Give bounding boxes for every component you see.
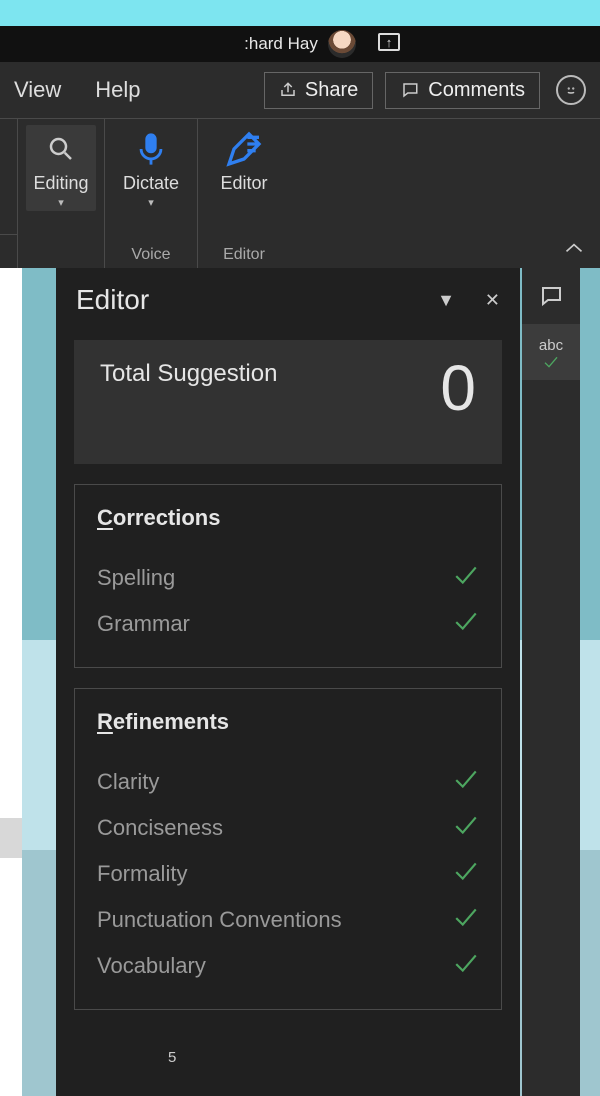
editor-label: Editor	[220, 173, 267, 194]
window-titlebar: :hard Hay	[0, 26, 600, 62]
tab-view[interactable]: View	[14, 77, 61, 103]
checkmark-icon	[453, 565, 479, 591]
checkmark-icon	[453, 953, 479, 979]
editor-pane-options-button[interactable]: ▼	[437, 290, 455, 311]
feedback-smiley-button[interactable]	[556, 75, 586, 105]
right-sidebar: abc	[522, 268, 580, 1096]
corrections-heading: Corrections	[97, 505, 479, 531]
checkmark-icon	[453, 861, 479, 887]
ribbon-left-edge	[0, 119, 18, 268]
checkmark-icon	[453, 907, 479, 933]
editor-pane-button[interactable]: abc	[522, 324, 580, 380]
summary-value: 0	[440, 360, 476, 418]
share-label: Share	[305, 79, 358, 102]
editor-pane: Editor ▼ ✕ Total Suggestion 0 Correction…	[56, 268, 520, 1096]
search-icon	[41, 129, 81, 169]
editor-button[interactable]: Editor	[206, 125, 282, 194]
corrections-item-grammar[interactable]: Grammar	[97, 601, 479, 647]
collapse-ribbon-button[interactable]	[564, 239, 584, 260]
smiley-icon	[562, 81, 580, 99]
account-username: :hard Hay	[244, 34, 318, 54]
comments-button[interactable]: Comments	[385, 72, 540, 109]
share-button[interactable]: Share	[264, 72, 373, 109]
ribbon: Editing ▾ . Dictate ▾ Voice	[0, 118, 600, 268]
chevron-down-icon: ▾	[148, 196, 154, 209]
present-mode-icon[interactable]	[378, 33, 400, 51]
editor-summary-card[interactable]: Total Suggestion 0	[74, 340, 502, 464]
checkmark-icon	[453, 769, 479, 795]
comments-label: Comments	[428, 79, 525, 102]
account-user[interactable]: :hard Hay	[244, 30, 356, 58]
checkmark-icon	[453, 611, 479, 637]
avatar[interactable]	[328, 30, 356, 58]
refinements-heading: Refinements	[97, 709, 479, 735]
refinements-item-formality[interactable]: Formality	[97, 851, 479, 897]
page-number: 5	[168, 1049, 176, 1066]
share-icon	[279, 81, 297, 99]
editor-pane-close-button[interactable]: ✕	[485, 290, 500, 311]
microphone-icon	[131, 129, 171, 169]
editor-pane-title: Editor	[76, 284, 407, 316]
group-voice-label: Voice	[131, 246, 170, 264]
comment-icon	[537, 284, 565, 308]
tab-help[interactable]: Help	[95, 77, 140, 103]
comment-icon	[400, 81, 420, 99]
summary-label: Total Suggestion	[100, 360, 277, 388]
corrections-item-spelling[interactable]: Spelling	[97, 555, 479, 601]
refinements-section: Refinements Clarity Conciseness Formalit…	[74, 688, 502, 1010]
dictate-label: Dictate	[123, 173, 179, 194]
group-editor-label: Editor	[223, 246, 265, 264]
dictate-button[interactable]: Dictate ▾	[113, 125, 189, 209]
refinements-item-conciseness[interactable]: Conciseness	[97, 805, 479, 851]
abc-label: abc	[539, 337, 563, 354]
ribbon-tabsrow: View Help Share Comments	[0, 62, 600, 118]
document-page-edge	[0, 268, 22, 1096]
refinements-item-punctuation[interactable]: Punctuation Conventions	[97, 897, 479, 943]
comments-pane-button[interactable]	[522, 268, 580, 324]
editor-pen-icon	[224, 129, 264, 169]
editing-label: Editing	[33, 173, 88, 194]
corrections-section: Corrections Spelling Grammar	[74, 484, 502, 668]
checkmark-icon	[453, 815, 479, 841]
editing-mode-button[interactable]: Editing ▾	[26, 125, 96, 211]
refinements-item-clarity[interactable]: Clarity	[97, 759, 479, 805]
refinements-item-vocabulary[interactable]: Vocabulary	[97, 943, 479, 989]
checkmark-icon	[542, 356, 560, 368]
chevron-down-icon: ▾	[58, 196, 64, 209]
